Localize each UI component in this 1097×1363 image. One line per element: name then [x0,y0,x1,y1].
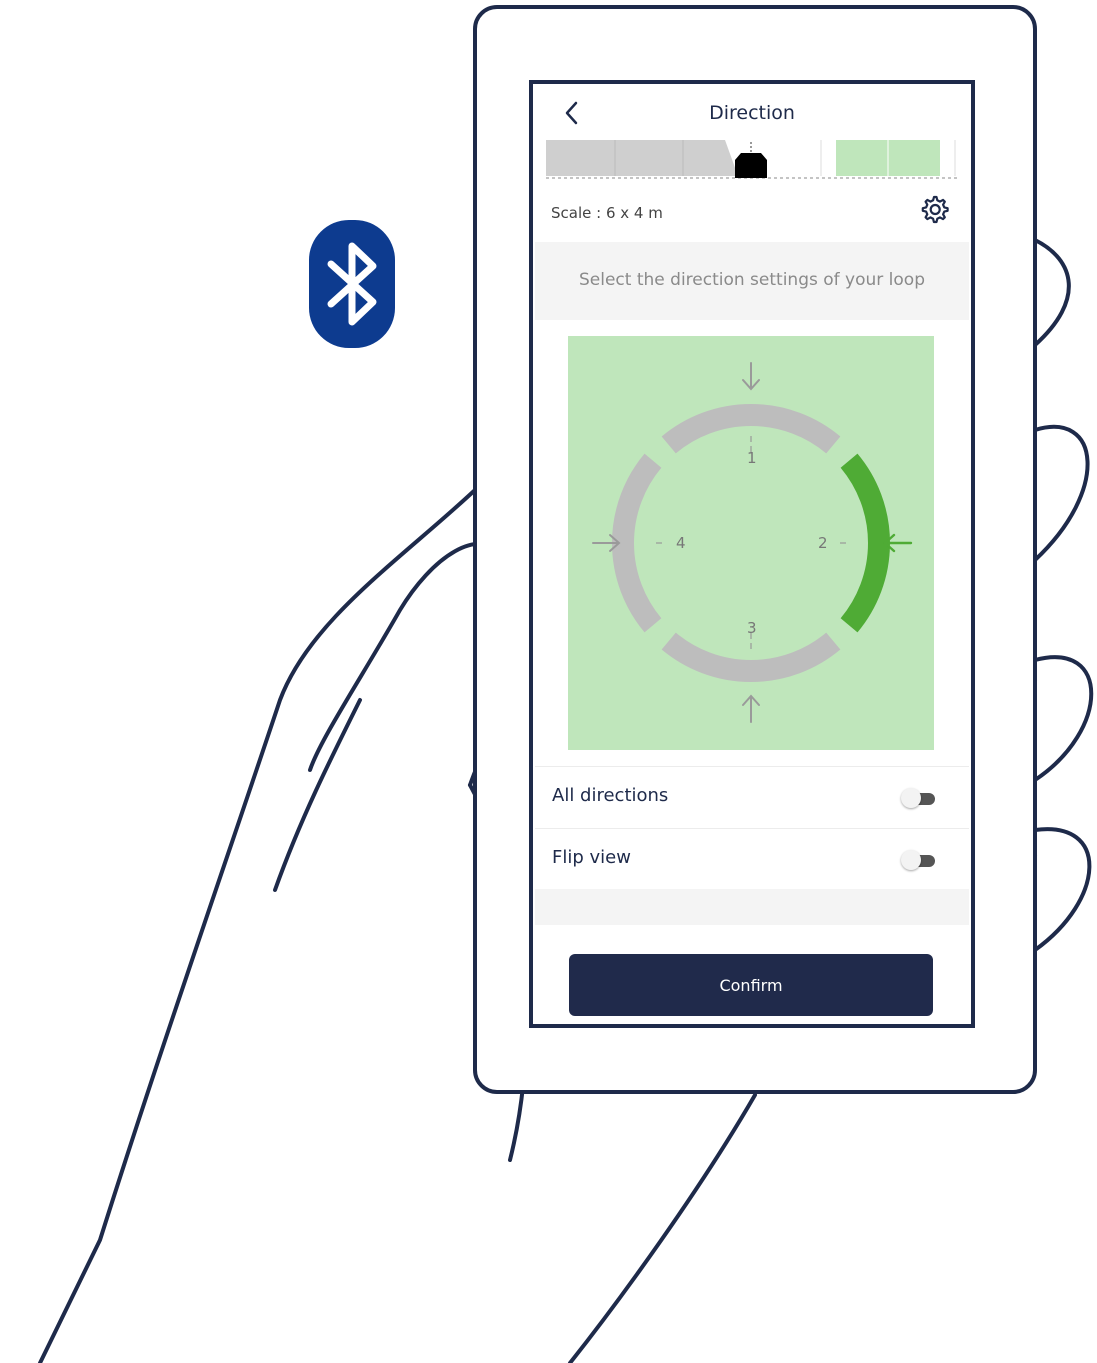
palm-outline [38,488,477,1363]
finger-outline [1033,424,1090,562]
all-directions-toggle[interactable] [901,787,937,809]
flip-view-toggle[interactable] [901,849,937,871]
spacer-band [535,889,969,925]
app-screen: Direction Scale : 6 x 4 m Select the dir… [535,86,969,1022]
palm-outline [568,1093,757,1363]
top-bar: Direction [535,86,969,138]
loop-direction-selector: 1 2 3 4 [568,336,934,750]
finger-outline [1033,238,1071,347]
segment-label-3: 3 [747,619,757,637]
all-directions-label: All directions [552,785,669,806]
track-segment-gray [546,140,738,176]
track-preview [546,140,957,179]
flip-view-row[interactable]: Flip view [535,829,969,889]
segment-label-4: 4 [676,534,686,552]
page-title: Direction [709,102,795,124]
segment-label-1: 1 [747,449,757,467]
scale-label: Scale : 6 x 4 m [551,204,663,222]
confirm-button[interactable]: Confirm [569,954,933,1016]
bluetooth-icon [309,220,395,348]
scale-row: Scale : 6 x 4 m [535,192,969,234]
vehicle-marker-icon [735,153,767,178]
palm-outline [273,698,362,892]
segment-label-2: 2 [818,534,828,552]
all-directions-row[interactable]: All directions [535,767,969,827]
flip-view-label: Flip view [552,847,631,868]
hint-text: Select the direction settings of your lo… [579,270,925,290]
hint-band: Select the direction settings of your lo… [535,242,969,320]
gear-icon[interactable] [919,194,949,224]
